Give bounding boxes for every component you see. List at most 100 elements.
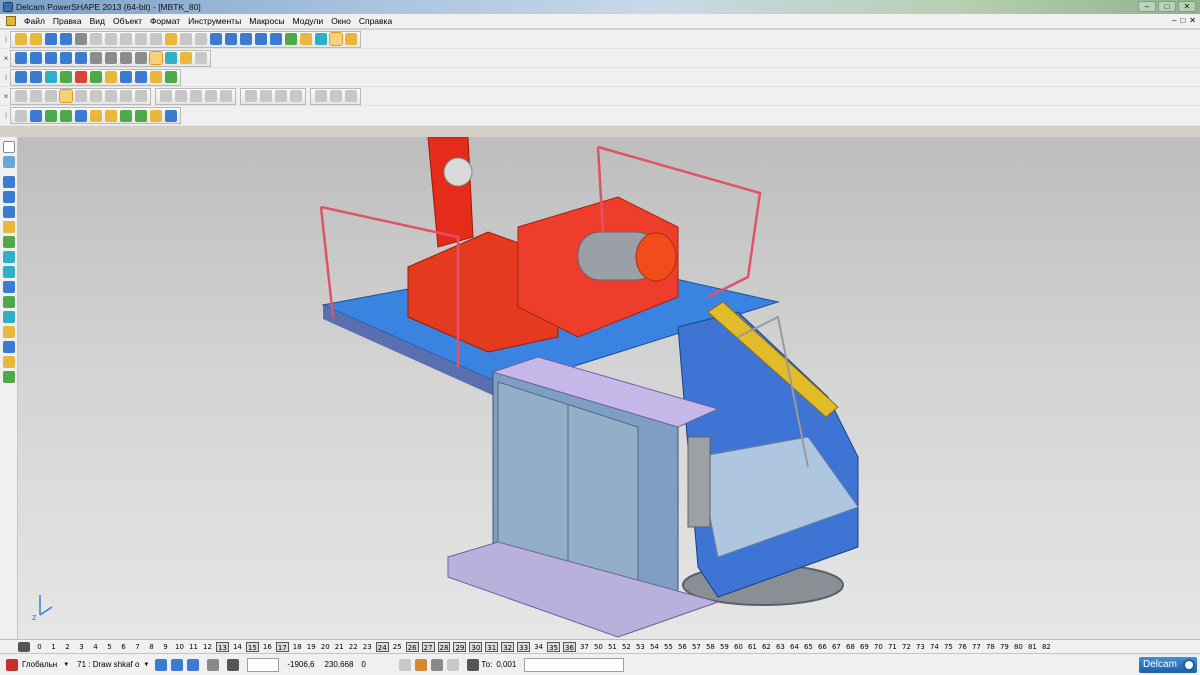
- offset-1-icon[interactable]: [314, 90, 327, 102]
- menu-help[interactable]: Справка: [355, 16, 396, 26]
- select-text-icon[interactable]: [3, 281, 15, 293]
- open-file-icon[interactable]: [29, 33, 42, 45]
- toolbar-grip-icon-3[interactable]: ⁝: [2, 108, 10, 123]
- level-button[interactable]: 2: [62, 642, 73, 652]
- level-button[interactable]: 55: [663, 642, 674, 652]
- mirror-3-icon[interactable]: [274, 90, 287, 102]
- view-front-icon[interactable]: [74, 52, 87, 64]
- calculator-icon[interactable]: [399, 658, 412, 671]
- menu-macros[interactable]: Макросы: [245, 16, 288, 26]
- level-button[interactable]: 61: [747, 642, 758, 652]
- zoom-out-icon[interactable]: [119, 52, 132, 64]
- repeat-icon[interactable]: [194, 33, 207, 45]
- select-symbol-icon[interactable]: [3, 356, 15, 368]
- toolbar-close-icon[interactable]: ×: [2, 51, 10, 66]
- level-button[interactable]: 17: [275, 641, 289, 652]
- level-button[interactable]: 8: [146, 642, 157, 652]
- level-button[interactable]: 58: [705, 642, 716, 652]
- level-button[interactable]: 16: [262, 642, 273, 652]
- levels-icon[interactable]: [18, 641, 30, 652]
- level-button[interactable]: 30: [469, 641, 483, 652]
- doc-minimize-button[interactable]: –: [1172, 16, 1176, 25]
- level-button[interactable]: 25: [392, 642, 403, 652]
- level-button[interactable]: 37: [579, 642, 590, 652]
- maximize-button[interactable]: □: [1158, 1, 1176, 12]
- surface-2-icon[interactable]: [29, 109, 42, 122]
- level-button[interactable]: 18: [292, 642, 303, 652]
- level-button[interactable]: 74: [929, 642, 940, 652]
- shading-icon[interactable]: [314, 33, 327, 45]
- level-button[interactable]: 0: [34, 642, 45, 652]
- surface-10-icon[interactable]: [149, 109, 162, 122]
- cut-icon[interactable]: [89, 33, 102, 45]
- edit-4-icon[interactable]: [58, 89, 73, 103]
- workplane-dropdown-icon[interactable]: ▼: [63, 662, 69, 668]
- level-button[interactable]: 54: [649, 642, 660, 652]
- erase-icon[interactable]: [134, 33, 147, 45]
- delete-icon[interactable]: [149, 33, 162, 45]
- edit-1-icon[interactable]: [14, 90, 27, 102]
- transform-5-icon[interactable]: [219, 90, 232, 102]
- zoom-all-icon[interactable]: [134, 52, 147, 64]
- save-icon[interactable]: [59, 33, 72, 45]
- dimension-icon[interactable]: [224, 33, 237, 45]
- surface-3-icon[interactable]: [44, 109, 57, 122]
- menu-tools[interactable]: Инструменты: [184, 16, 245, 26]
- level-button[interactable]: 36: [562, 641, 576, 652]
- edit-8-icon[interactable]: [119, 90, 132, 102]
- level-button[interactable]: 52: [621, 642, 632, 652]
- tolerance-value[interactable]: 0,001: [496, 660, 516, 669]
- boolean-icon[interactable]: [134, 71, 147, 83]
- object-filter-icon[interactable]: [171, 658, 184, 671]
- select-curve-icon[interactable]: [3, 251, 15, 263]
- level-select[interactable]: 71 : Draw shkaf o: [77, 660, 139, 669]
- surface-11-icon[interactable]: [164, 109, 177, 122]
- edit-3-icon[interactable]: [44, 90, 57, 102]
- view-iso2-icon[interactable]: [29, 52, 42, 64]
- level-button[interactable]: 77: [971, 642, 982, 652]
- level-button[interactable]: 70: [873, 642, 884, 652]
- view-iso3-icon[interactable]: [44, 52, 57, 64]
- level-button[interactable]: 9: [160, 642, 171, 652]
- level-button[interactable]: 5: [104, 642, 115, 652]
- level-button[interactable]: 64: [789, 642, 800, 652]
- block-icon[interactable]: [29, 71, 42, 83]
- level-button[interactable]: 21: [334, 642, 345, 652]
- level-button[interactable]: 82: [1041, 642, 1052, 652]
- mirror-2-icon[interactable]: [259, 90, 272, 102]
- level-button[interactable]: 22: [348, 642, 359, 652]
- new-file-icon[interactable]: [14, 33, 27, 45]
- level-button[interactable]: 79: [999, 642, 1010, 652]
- level-button[interactable]: 28: [437, 641, 451, 652]
- command-field[interactable]: [524, 657, 625, 672]
- surface-5-icon[interactable]: [74, 109, 87, 122]
- minimize-button[interactable]: –: [1138, 1, 1156, 12]
- measure-icon[interactable]: [415, 658, 428, 671]
- level-button[interactable]: 66: [817, 642, 828, 652]
- polar-icon[interactable]: [447, 658, 460, 671]
- document-icon[interactable]: [6, 16, 16, 26]
- select-box-icon[interactable]: [3, 176, 15, 188]
- menu-format[interactable]: Формат: [146, 16, 184, 26]
- doc-restore-button[interactable]: □: [1180, 16, 1185, 25]
- doc-close-button[interactable]: ✕: [1189, 16, 1196, 25]
- level-button[interactable]: 27: [421, 641, 435, 652]
- torus-icon[interactable]: [89, 71, 102, 83]
- workplane-icon[interactable]: [239, 33, 252, 45]
- import-icon[interactable]: [44, 33, 57, 45]
- fillet-icon[interactable]: [164, 71, 177, 83]
- transparent-view-icon[interactable]: [164, 52, 177, 64]
- select-cross-icon[interactable]: [3, 206, 15, 218]
- workplane-select[interactable]: Глобальн: [22, 660, 57, 669]
- view-iso1-icon[interactable]: [14, 52, 27, 64]
- level-button[interactable]: 24: [375, 641, 389, 652]
- edit-6-icon[interactable]: [89, 90, 102, 102]
- level-button[interactable]: 23: [362, 642, 373, 652]
- sheet-icon[interactable]: [14, 71, 27, 83]
- level-button[interactable]: 68: [845, 642, 856, 652]
- level-button[interactable]: 59: [719, 642, 730, 652]
- level-button[interactable]: 50: [593, 642, 604, 652]
- edit-2-icon[interactable]: [29, 90, 42, 102]
- select-level-icon[interactable]: [3, 326, 15, 338]
- snap-icon[interactable]: [207, 658, 220, 671]
